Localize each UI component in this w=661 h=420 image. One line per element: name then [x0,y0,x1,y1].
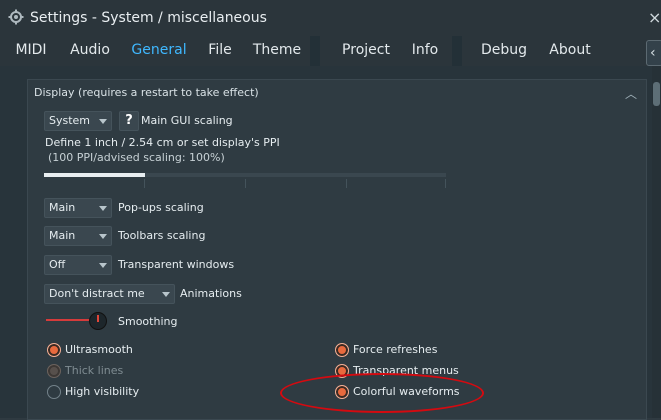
help-button[interactable]: ? [119,111,139,131]
animations-dropdown[interactable]: Don't distract me [44,284,175,304]
display-group-header[interactable]: Display (requires a restart to take effe… [27,80,645,104]
chevron-up-icon[interactable]: ︿ [625,85,637,101]
smoothing-track [46,319,90,321]
slider-tick [245,179,246,188]
close-icon[interactable]: × [648,8,661,27]
knob-indicator [97,315,99,322]
tab-theme[interactable]: Theme [246,36,308,66]
animations-label: Animations [180,287,242,300]
chevron-down-icon [99,119,107,124]
tab-info[interactable]: Info [404,36,446,66]
chevron-down-icon [99,234,107,239]
thick-lines-radio [47,364,61,378]
tab-bar: MIDI Audio General File Theme Project In… [0,36,661,66]
tab-separator [452,36,462,66]
tab-debug[interactable]: Debug [472,36,536,66]
force-refreshes-radio[interactable] [335,343,349,357]
window-title: Settings - System / miscellaneous [30,10,267,26]
tab-midi[interactable]: MIDI [6,36,56,66]
popups-scaling-dropdown[interactable]: Main [44,198,112,218]
ultrasmooth-label: Ultrasmooth [65,343,133,356]
ppi-label: Define 1 inch / 2.54 cm or set display's… [45,136,280,149]
scrollbar[interactable] [652,66,661,418]
ppi-slider[interactable] [44,172,446,188]
animations-value: Don't distract me [49,287,145,300]
popups-scaling-label: Pop-ups scaling [118,201,204,214]
tab-about[interactable]: About [540,36,600,66]
thick-lines-label: Thick lines [65,364,124,377]
gui-scaling-value: System [49,114,91,127]
toolbars-scaling-dropdown[interactable]: Main [44,226,112,246]
toolbars-scaling-value: Main [49,229,76,242]
gui-scaling-dropdown[interactable]: System [44,111,112,131]
transparent-windows-dropdown[interactable]: Off [44,255,112,275]
toolbars-scaling-label: Toolbars scaling [118,229,206,242]
chevron-down-icon [99,263,107,268]
chevron-down-icon [162,292,170,297]
popups-scaling-value: Main [49,201,76,214]
high-visibility-label: High visibility [65,385,140,398]
tab-audio[interactable]: Audio [62,36,118,66]
transparent-windows-label: Transparent windows [118,258,235,271]
transparent-windows-value: Off [49,258,66,271]
chevron-down-icon [99,206,107,211]
tab-project[interactable]: Project [332,36,400,66]
smoothing-label: Smoothing [118,315,178,328]
highlight-annotation [280,373,484,413]
smoothing-knob[interactable] [89,312,107,330]
slider-fill [44,173,145,177]
tab-general[interactable]: General [124,36,194,66]
gui-scaling-label: Main GUI scaling [141,114,233,127]
gear-icon [8,9,24,25]
tabs-scroll-button[interactable]: ‹ [646,40,661,66]
ppi-hint: (100 PPI/advised scaling: 100%) [48,151,225,164]
tab-separator [310,36,320,66]
ultrasmooth-radio[interactable] [47,343,61,357]
tab-file[interactable]: File [200,36,240,66]
chevron-left-icon: ‹ [650,45,656,61]
force-refreshes-label: Force refreshes [353,343,438,356]
slider-tick [144,179,145,188]
section-title: Display (requires a restart to take effe… [34,86,259,99]
slider-tick [445,179,446,188]
title-bar: Settings - System / miscellaneous × [0,0,661,36]
slider-tick [346,179,347,188]
high-visibility-radio[interactable] [47,385,61,399]
scrollbar-thumb[interactable] [653,82,660,106]
